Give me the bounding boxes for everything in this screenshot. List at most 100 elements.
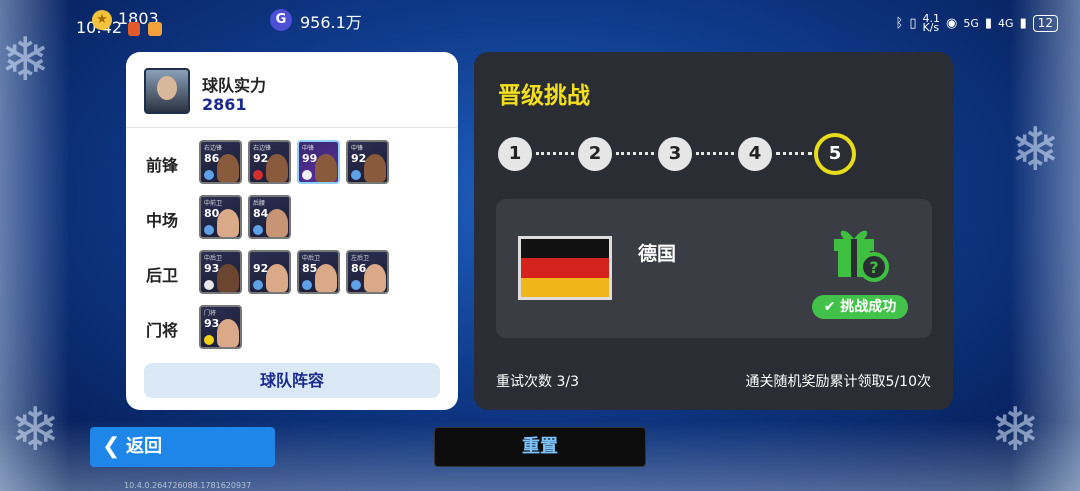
opponent-name: 德国 — [638, 243, 677, 265]
signal-4g: 4G — [998, 16, 1014, 30]
club-badge-icon — [253, 225, 263, 235]
challenge-progress-steps: 1 2 3 4 5 — [498, 133, 858, 175]
position-row-defence: 后卫 中后卫 93 92 中后卫 85 左后卫 86 — [126, 250, 458, 296]
position-label: 门将 — [146, 321, 179, 340]
club-badge-icon — [204, 335, 214, 345]
club-badge-icon — [351, 280, 361, 290]
position-label: 中场 — [146, 211, 179, 230]
position-label: 后卫 — [146, 266, 179, 285]
team-strength-rating: 2861 — [202, 95, 247, 114]
player-card[interactable]: 中锋 99 — [297, 140, 340, 184]
position-row-midfield: 中场 中前卫 80 后腰 84 — [126, 195, 458, 241]
player-position: 后腰 — [253, 200, 266, 207]
player-position: 右边锋 — [204, 145, 223, 152]
retry-count: 重试次数 3/3 — [496, 374, 579, 390]
player-photo — [364, 264, 386, 292]
team-strength-title: 球队实力 — [202, 76, 267, 95]
signal-bars-icon: ▮ — [1019, 15, 1027, 31]
player-photo — [266, 209, 288, 237]
club-badge-icon — [253, 170, 263, 180]
club-badge-icon — [204, 170, 214, 180]
back-button-label: 返回 — [126, 436, 162, 457]
step-connector — [776, 152, 812, 156]
step-1: 1 — [498, 137, 532, 171]
challenge-success-badge: ✔ 挑战成功 — [812, 295, 908, 319]
player-position: 左后卫 — [351, 255, 370, 262]
svg-text:?: ? — [869, 258, 878, 277]
net-speed: 4.1 K/s — [922, 12, 941, 34]
player-photo — [266, 264, 288, 292]
player-card[interactable]: 右边锋 92 — [248, 140, 291, 184]
step-connector — [616, 152, 654, 156]
club-badge-icon — [204, 225, 214, 235]
player-position: 中后卫 — [302, 255, 321, 262]
player-photo — [315, 154, 337, 182]
club-badge-icon — [351, 170, 361, 180]
reward-progress: 通关随机奖励累计领取5/10次 — [745, 374, 931, 390]
player-position: 门将 — [204, 310, 217, 317]
hotspot-icon: ◉ — [946, 15, 958, 31]
position-row-forwards: 前锋 右边锋 86 右边锋 92 中锋 99 中锋 92 — [126, 140, 458, 186]
coin-icon: ★ — [92, 10, 112, 30]
team-lineup-button[interactable]: 球队阵容 — [144, 363, 440, 398]
version-text: 10.4.0.264726088.1781620937 — [124, 481, 252, 490]
club-badge-icon — [204, 280, 214, 290]
challenge-title: 晋级挑战 — [498, 83, 590, 109]
player-photo — [217, 209, 239, 237]
reset-button[interactable]: 重置 — [434, 427, 646, 467]
step-connector — [536, 152, 574, 156]
snowflake-icon: ❄ — [0, 25, 51, 95]
notification-icon — [128, 22, 140, 36]
step-5-current: 5 — [814, 133, 856, 175]
manager-avatar[interactable] — [144, 68, 190, 114]
player-photo — [266, 154, 288, 182]
player-card[interactable]: 中后卫 93 — [199, 250, 242, 294]
player-card[interactable]: 右边锋 86 — [199, 140, 242, 184]
team-strength-card: 球队实力 2861 前锋 右边锋 86 右边锋 92 中锋 99 中锋 92 中… — [126, 52, 458, 410]
step-3: 3 — [658, 137, 692, 171]
snowflake-icon: ❄ — [1010, 115, 1061, 185]
player-card[interactable]: 后腰 84 — [248, 195, 291, 239]
gp-currency-icon: G — [270, 9, 292, 31]
player-photo — [217, 319, 239, 347]
mystery-gift-icon[interactable]: ? — [830, 221, 892, 283]
player-photo — [217, 264, 239, 292]
club-badge-icon — [302, 280, 312, 290]
snowflake-icon: ❄ — [10, 395, 61, 465]
germany-flag-icon — [518, 236, 612, 300]
signal-5g: 5G — [963, 16, 979, 30]
player-card[interactable]: 左后卫 86 — [346, 250, 389, 294]
player-position: 中后卫 — [204, 255, 223, 262]
player-position: 中前卫 — [204, 200, 223, 207]
vibrate-icon: ▯ — [909, 15, 917, 31]
gp-value: 956.1万 — [300, 13, 362, 32]
notification-icon — [148, 22, 162, 36]
back-button[interactable]: ❮ 返回 — [90, 427, 275, 467]
player-card[interactable]: 中后卫 85 — [297, 250, 340, 294]
player-position: 中锋 — [302, 145, 315, 152]
club-badge-icon — [253, 280, 263, 290]
system-status-icons: ᛒ ▯ 4.1 K/s ◉ 5G ▮ 4G ▮ 12 — [895, 12, 1058, 34]
player-card[interactable]: 门将 93 — [199, 305, 242, 349]
opponent-card[interactable]: 德国 ? ✔ 挑战成功 — [496, 199, 932, 338]
snowflake-icon: ❄ — [990, 395, 1041, 465]
step-4: 4 — [738, 137, 772, 171]
position-label: 前锋 — [146, 156, 179, 175]
bluetooth-icon: ᛒ — [895, 15, 904, 31]
player-position: 右边锋 — [253, 145, 272, 152]
player-card[interactable]: 中前卫 80 — [199, 195, 242, 239]
player-card[interactable]: 92 — [248, 250, 291, 294]
player-position: 中锋 — [351, 145, 364, 152]
battery-indicator: 12 — [1032, 14, 1058, 32]
chevron-left-icon: ❮ — [102, 434, 121, 459]
club-badge-icon — [302, 170, 312, 180]
player-card[interactable]: 中锋 92 — [346, 140, 389, 184]
team-header: 球队实力 2861 — [126, 52, 458, 128]
signal-bars-icon: ▮ — [984, 15, 993, 31]
step-2: 2 — [578, 137, 612, 171]
player-photo — [315, 264, 337, 292]
promotion-challenge-panel: 晋级挑战 1 2 3 4 5 德国 ? ✔ 挑战成功 重试次数 3/3 通关随机… — [474, 52, 953, 410]
player-photo — [217, 154, 239, 182]
player-photo — [364, 154, 386, 182]
step-connector — [696, 152, 734, 156]
